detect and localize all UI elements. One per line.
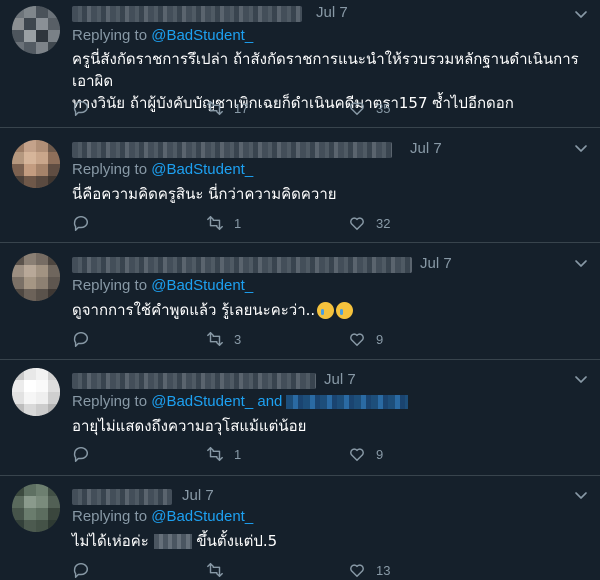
tweet-text: ดูจากการใช้คำพูดแล้ว รู้เลยนะคะว่า.. bbox=[72, 299, 582, 321]
tweet-date[interactable]: Jul 7 bbox=[182, 487, 214, 504]
retweet-button[interactable]: 1 bbox=[206, 213, 241, 233]
replying-to: Replying to @BadStudent_ bbox=[72, 277, 253, 294]
retweet-icon bbox=[207, 562, 223, 578]
comment-icon bbox=[73, 100, 89, 116]
replying-to-handle[interactable]: @BadStudent_ bbox=[151, 277, 253, 294]
tweet[interactable]: Jul 7 Replying to @BadStudent_ and อายุไ… bbox=[0, 360, 600, 476]
tweet[interactable]: Jul 7 Replying to @BadStudent_ ไม่ได้เห่… bbox=[0, 476, 600, 578]
like-count: 13 bbox=[376, 562, 391, 578]
avatar[interactable] bbox=[12, 6, 60, 54]
avatar[interactable] bbox=[12, 368, 60, 416]
retweet-button[interactable] bbox=[206, 560, 234, 580]
comment-icon bbox=[73, 215, 89, 231]
avatar[interactable] bbox=[12, 253, 60, 301]
tweet-text-line: ทางวินัย ถ้าผู้บังคับบัญชาเพิกเฉยก็ดำเนิ… bbox=[72, 94, 514, 112]
chevron-down-icon[interactable] bbox=[574, 373, 588, 387]
replying-to-handle[interactable]: @BadStudent_ bbox=[151, 393, 253, 410]
redacted-username[interactable] bbox=[72, 6, 302, 22]
replying-to-handle[interactable]: @BadStudent_ bbox=[151, 27, 253, 44]
heart-icon bbox=[350, 102, 364, 116]
comment-icon bbox=[73, 446, 89, 462]
replying-to-label: Replying to bbox=[72, 161, 148, 178]
heart-icon bbox=[350, 333, 364, 347]
heart-icon bbox=[350, 217, 364, 231]
retweet-icon bbox=[207, 446, 223, 462]
retweet-count: 3 bbox=[234, 331, 242, 347]
retweet-icon bbox=[207, 215, 223, 231]
like-count: 32 bbox=[376, 215, 391, 231]
reply-button[interactable] bbox=[72, 560, 90, 580]
retweet-button[interactable]: 17 bbox=[206, 98, 248, 118]
reply-button[interactable] bbox=[72, 329, 90, 349]
like-button[interactable]: 13 bbox=[348, 560, 390, 580]
replying-to-label: Replying to bbox=[72, 508, 148, 525]
avatar[interactable] bbox=[12, 484, 60, 532]
retweet-count: 17 bbox=[234, 100, 249, 116]
tweet-text-part: ขึ้นตั้งแต่ป.5 bbox=[196, 532, 278, 550]
tweet-text-part: ไม่ได้เห่อค่ะ bbox=[72, 532, 149, 550]
replying-to-label: Replying to bbox=[72, 27, 148, 44]
replying-to-and: and bbox=[257, 393, 283, 410]
like-count: 9 bbox=[376, 331, 384, 347]
comment-icon bbox=[73, 331, 89, 347]
like-button[interactable]: 32 bbox=[348, 213, 390, 233]
tweet[interactable]: Jul 7 Replying to @BadStudent_ นี่คือควา… bbox=[0, 128, 600, 243]
chevron-down-icon[interactable] bbox=[574, 257, 588, 271]
redacted-username[interactable] bbox=[72, 489, 172, 505]
heart-icon bbox=[350, 448, 364, 462]
reply-button[interactable] bbox=[72, 98, 90, 118]
replying-to-handle[interactable]: @BadStudent_ bbox=[151, 161, 253, 178]
replying-to: Replying to @BadStudent_ bbox=[72, 508, 253, 525]
redacted-handle[interactable] bbox=[286, 395, 409, 410]
replying-to-handle[interactable]: @BadStudent_ bbox=[151, 508, 253, 525]
chevron-down-icon[interactable] bbox=[574, 142, 588, 156]
tweet-text-line: นี่คือความคิดครูสินะ นี่กว่าความคิดควาย bbox=[72, 185, 337, 203]
tweet-date[interactable]: Jul 7 bbox=[324, 371, 356, 388]
chevron-down-icon[interactable] bbox=[574, 489, 588, 503]
retweet-button[interactable]: 1 bbox=[206, 444, 241, 464]
avatar[interactable] bbox=[12, 140, 60, 188]
tweet[interactable]: Jul 7 Replying to @BadStudent_ ดูจากการใ… bbox=[0, 243, 600, 360]
redacted-username[interactable] bbox=[72, 257, 412, 273]
redacted-username[interactable] bbox=[72, 373, 316, 389]
heart-icon bbox=[350, 564, 364, 578]
tweet-date[interactable]: Jul 7 bbox=[316, 4, 348, 21]
crying-face-emoji bbox=[317, 302, 335, 319]
tweet-text-line: ดูจากการใช้คำพูดแล้ว รู้เลยนะคะว่า.. bbox=[72, 301, 316, 319]
comment-icon bbox=[73, 562, 89, 578]
tweet-text: ครูนี่สังกัดราชการรึเปล่า ถ้าสังกัดราชกา… bbox=[72, 48, 582, 114]
retweet-icon bbox=[207, 100, 223, 116]
redacted-username[interactable] bbox=[72, 142, 392, 158]
retweet-icon bbox=[207, 331, 223, 347]
tweet-date[interactable]: Jul 7 bbox=[420, 255, 452, 272]
tweet-text-line: ครูนี่สังกัดราชการรึเปล่า ถ้าสังกัดราชกา… bbox=[72, 50, 579, 90]
replying-to: Replying to @BadStudent_ bbox=[72, 161, 253, 178]
replying-to-label: Replying to bbox=[72, 277, 148, 294]
like-count: 9 bbox=[376, 446, 384, 462]
tweet[interactable]: Jul 7 Replying to @BadStudent_ ครูนี่สัง… bbox=[0, 0, 600, 128]
crying-face-emoji bbox=[336, 302, 354, 319]
like-button[interactable]: 9 bbox=[348, 329, 383, 349]
chevron-down-icon[interactable] bbox=[574, 8, 588, 22]
replying-to-label: Replying to bbox=[72, 393, 148, 410]
reply-button[interactable] bbox=[72, 444, 90, 464]
tweet-text: ไม่ได้เห่อค่ะ ขึ้นตั้งแต่ป.5 bbox=[72, 530, 582, 552]
reply-button[interactable] bbox=[72, 213, 90, 233]
tweet-text: นี่คือความคิดครูสินะ นี่กว่าความคิดควาย bbox=[72, 183, 582, 205]
like-count: 35 bbox=[376, 100, 391, 116]
like-button[interactable]: 9 bbox=[348, 444, 383, 464]
like-button[interactable]: 35 bbox=[348, 98, 390, 118]
retweet-count: 1 bbox=[234, 215, 242, 231]
redacted-text bbox=[153, 534, 192, 549]
replying-to: Replying to @BadStudent_ and bbox=[72, 393, 409, 410]
tweet-text: อายุไม่แสดงถึงความอวุโสแม้แต่น้อย bbox=[72, 415, 582, 437]
replying-to: Replying to @BadStudent_ bbox=[72, 27, 253, 44]
tweet-text-line: อายุไม่แสดงถึงความอวุโสแม้แต่น้อย bbox=[72, 417, 307, 435]
tweet-date[interactable]: Jul 7 bbox=[410, 140, 442, 157]
retweet-button[interactable]: 3 bbox=[206, 329, 241, 349]
retweet-count: 1 bbox=[234, 446, 242, 462]
